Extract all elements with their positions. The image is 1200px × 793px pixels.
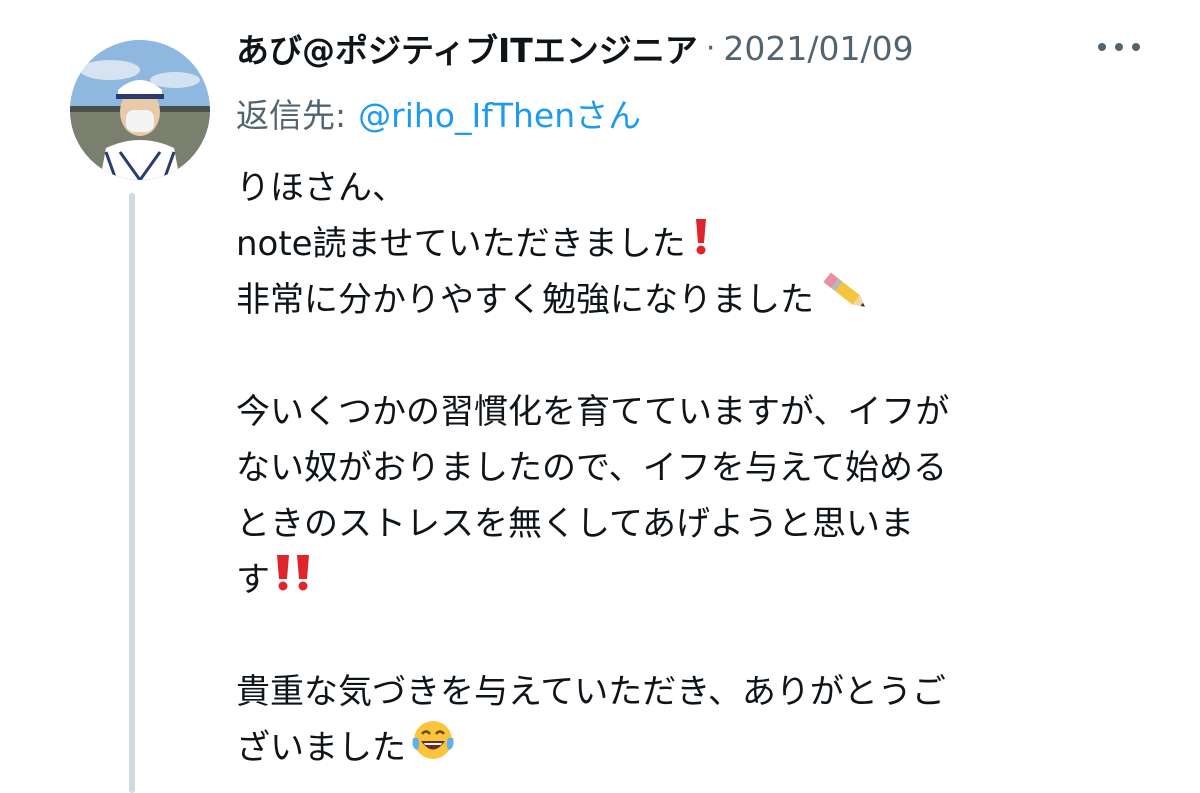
tweet-text: ときのストレスを無くしてあげようと思いま xyxy=(236,503,914,544)
tweet-text: 非常に分かりやすく勉強になりました xyxy=(236,279,814,320)
thread-connector-line xyxy=(129,193,135,793)
tweet-header: あび@ポジティブITエンジニア · 2021/01/09 xyxy=(236,20,914,76)
face-with-tears-of-joy-icon xyxy=(410,718,456,771)
exclamation-mark-icon xyxy=(690,217,712,264)
header-separator: · xyxy=(705,30,716,66)
tweet-line: 貴重な気づきを与えていただき、ありがとうご xyxy=(236,660,1136,716)
author-name[interactable]: あび@ポジティブITエンジニア xyxy=(236,24,698,72)
more-horizontal-icon xyxy=(1098,43,1106,51)
tweet-date[interactable]: 2021/01/09 xyxy=(723,29,913,68)
reply-handle: @riho_IfThen xyxy=(358,96,576,135)
more-dot xyxy=(1115,43,1123,51)
tweet-text: 貴重な気づきを与えていただき、ありがとうご xyxy=(236,671,946,712)
tweet-line: 非常に分かりやすく勉強になりました xyxy=(236,268,1136,324)
tweet-text: りほさん、 xyxy=(236,167,406,208)
tweet-line: す xyxy=(236,548,1136,604)
tweet-line: 今いくつかの習慣化を育てていますが、イフが xyxy=(236,380,1136,436)
tweet-body: りほさん、 note読ませていただきました 非常に分かりやすく勉強になりました xyxy=(236,156,1136,772)
tweet-text: 今いくつかの習慣化を育てていますが、イフが xyxy=(236,391,950,432)
tweet-text: す xyxy=(236,559,270,600)
tweet-line: ざいました xyxy=(236,716,1136,772)
tweet-line: ない奴がおりましたので、イフを与えて始める xyxy=(236,436,1136,492)
reply-suffix: さん xyxy=(575,96,642,135)
more-dot xyxy=(1132,43,1140,51)
double-exclamation-icon xyxy=(274,553,314,600)
tweet-text: ざいました xyxy=(236,727,406,768)
tweet-text: ない奴がおりましたので、イフを与えて始める xyxy=(236,447,947,488)
tweet-text: note読ませていただきました xyxy=(236,223,686,264)
tweet-line: ときのストレスを無くしてあげようと思いま xyxy=(236,492,1136,548)
reply-context: 返信先: @riho_IfThenさん xyxy=(236,88,641,138)
more-options-button[interactable] xyxy=(1098,32,1140,62)
tweet-line: りほさん、 xyxy=(236,156,1136,212)
avatar[interactable] xyxy=(70,40,210,180)
reply-label: 返信先: xyxy=(236,96,347,135)
reply-mention-link[interactable]: @riho_IfThenさん xyxy=(358,89,641,137)
avatar-photo xyxy=(70,40,210,180)
tweet-line: note読ませていただきました xyxy=(236,212,1136,268)
pencil-icon xyxy=(818,269,874,324)
